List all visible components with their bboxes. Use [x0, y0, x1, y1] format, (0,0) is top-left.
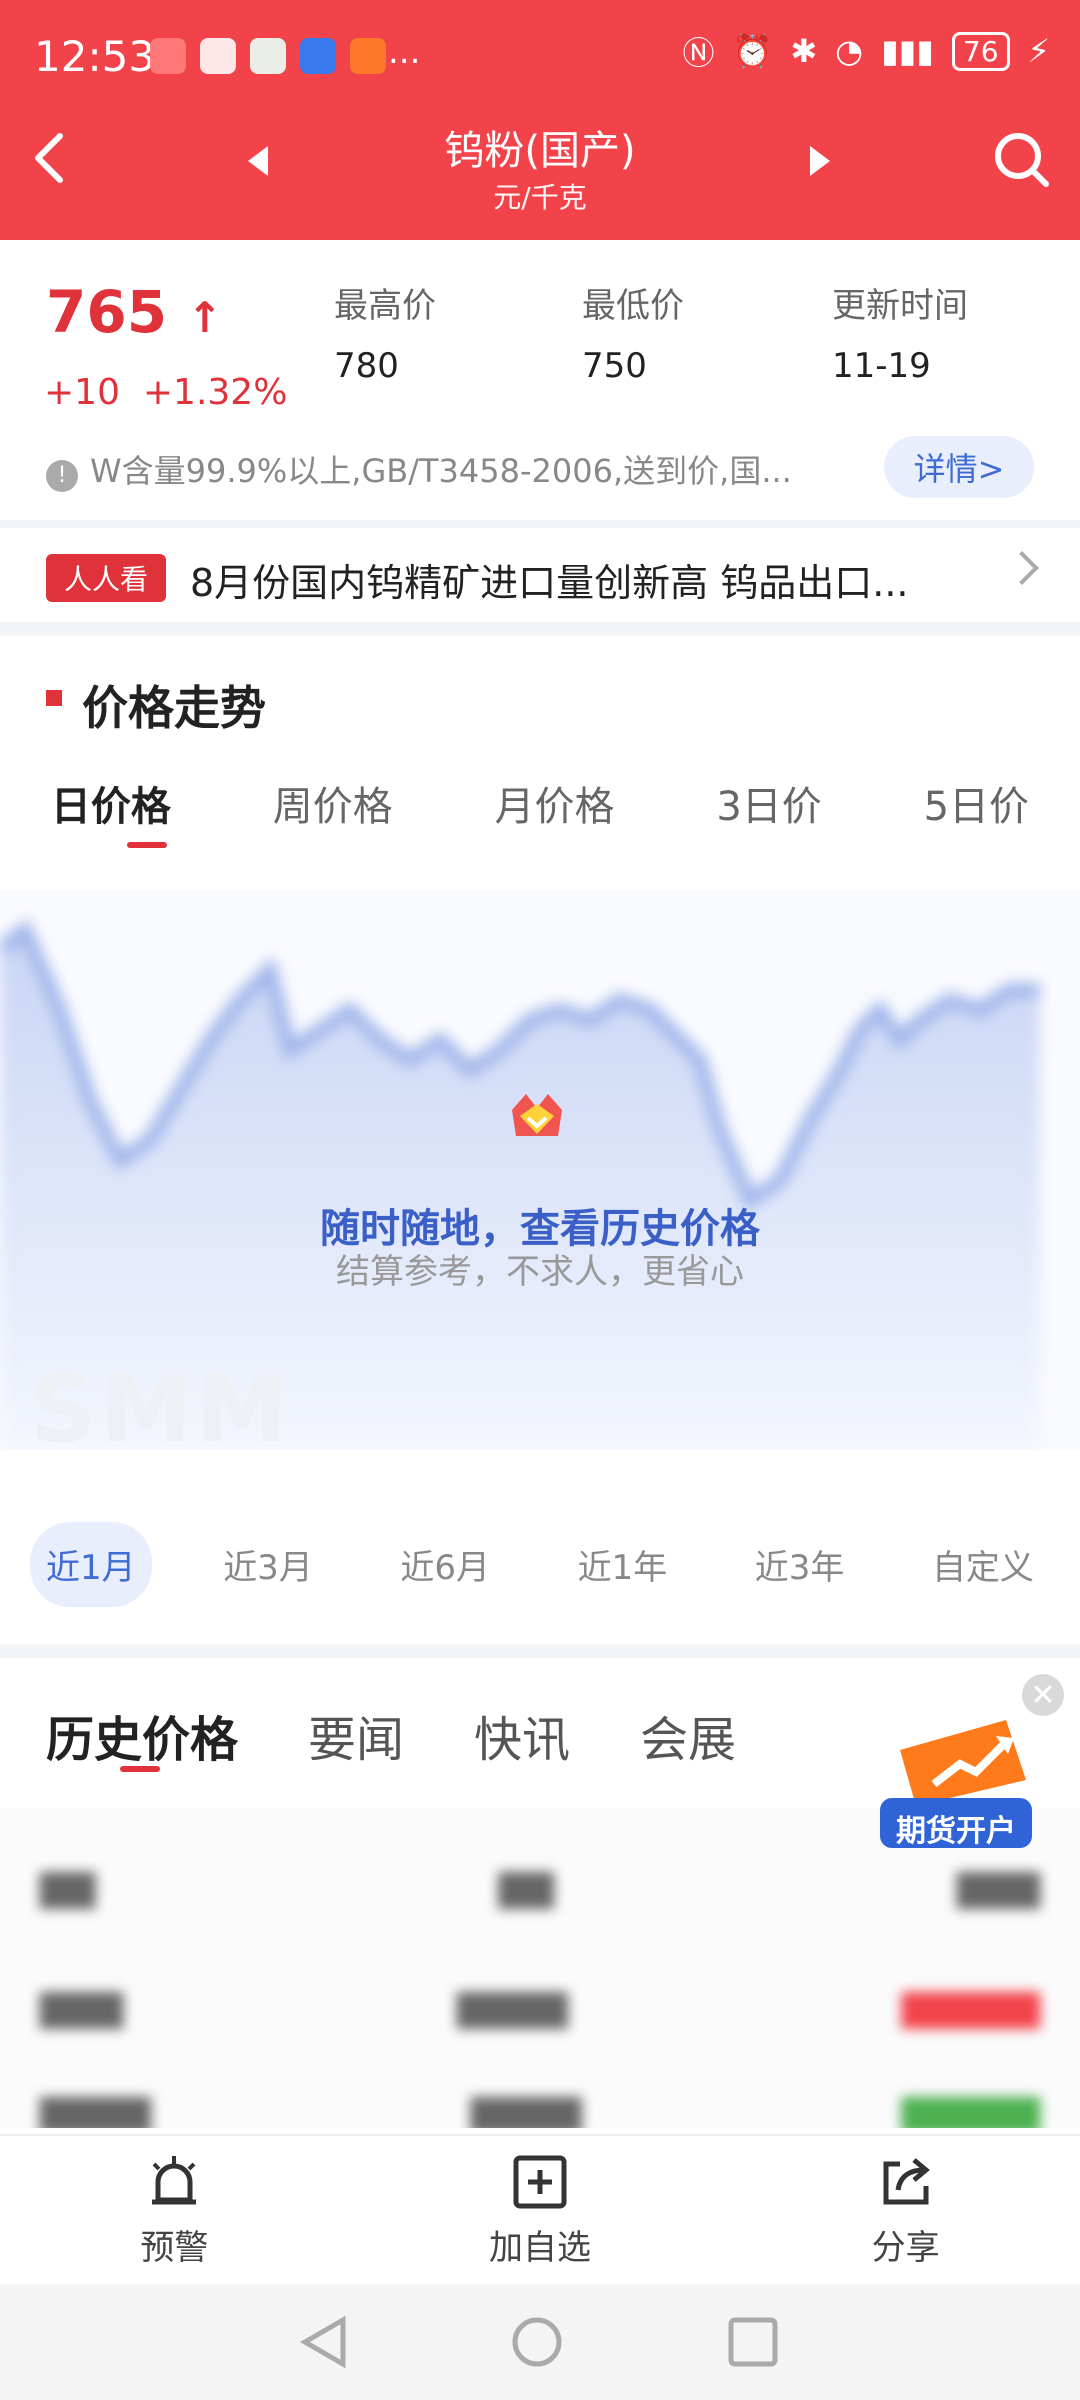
- price-value: 765: [46, 278, 168, 346]
- table-row: ▇▇ ▇▇ ▇▇▇: [40, 1867, 1040, 1909]
- system-nav-bar: [0, 2284, 1080, 2400]
- update-time-value: 11-19: [832, 346, 931, 386]
- alarm-bell-icon: [152, 2155, 197, 2204]
- nav-home-icon[interactable]: [509, 2314, 565, 2370]
- tab-flash[interactable]: 快讯: [474, 1700, 570, 1770]
- high-value: 780: [334, 346, 399, 386]
- low-label: 最低价: [582, 286, 684, 326]
- page-title: 钨粉(国产): [444, 128, 636, 174]
- alert-button[interactable]: 预警: [140, 2154, 208, 2269]
- smm-watermark: SMM: [30, 1356, 292, 1463]
- divider: [0, 1644, 1080, 1658]
- nav-back-icon[interactable]: [299, 2314, 349, 2370]
- divider: [0, 622, 1080, 636]
- top-header: 12:53 ... Ⓝ ⏰ ✱ ◔ ▮▮▮ 76 ⚡ 钨粉(国产) 元/千克: [0, 0, 1080, 240]
- price-change: +10 +1.32%: [44, 372, 287, 413]
- active-content-tab-indicator: [120, 1766, 160, 1772]
- futures-ad-badge[interactable]: 期货开户: [876, 1710, 1036, 1860]
- range-1m[interactable]: 近1月: [30, 1522, 152, 1607]
- share-label: 分享: [871, 2227, 940, 2268]
- product-description: ! W含量99.9%以上,GB/T3458-2006,送到价,国...: [46, 446, 866, 492]
- description-text: W含量99.9%以上,GB/T3458-2006,送到价,国...: [90, 452, 792, 490]
- tab-daily[interactable]: 日价格: [51, 774, 171, 832]
- premium-lock-icon: [506, 1090, 568, 1152]
- page-unit: 元/千克: [493, 181, 587, 214]
- tab-news[interactable]: 要闻: [308, 1700, 404, 1770]
- ad-label: 期货开户: [896, 1814, 1016, 1849]
- tab-monthly[interactable]: 月价格: [495, 774, 615, 832]
- add-label: 加自选: [488, 2227, 591, 2268]
- range-selector: 近1月 近3月 近6月 近1年 近3年 自定义: [0, 1522, 1080, 1607]
- battery-icon: 76: [951, 31, 1010, 71]
- table-row: ▇▇▇▇ ▇▇▇▇ ▇▇▇▇▇: [40, 2092, 1040, 2129]
- app-icon-huawei: [150, 38, 186, 74]
- table-row: ▇▇▇ ▇▇▇▇ ▇▇▇▇▇: [40, 1987, 1040, 2029]
- content-tabs: 历史价格 要闻 快讯 会展: [46, 1700, 736, 1770]
- chart-overlay-subtitle: 结算参考，不求人，更省心: [336, 1252, 744, 1292]
- triangle-right-icon: [810, 146, 830, 176]
- info-icon: !: [46, 460, 78, 492]
- active-tab-indicator: [127, 842, 167, 848]
- notification-app-icons: ...: [150, 32, 420, 74]
- battery-level: 76: [962, 34, 999, 68]
- divider: [0, 520, 1080, 528]
- app-icon-alipay: [300, 38, 336, 74]
- news-headline[interactable]: 8月份国内钨精矿进口量创新高 钨品出口...: [190, 552, 970, 607]
- bluetooth-icon: ✱: [790, 32, 818, 70]
- tab-history-price[interactable]: 历史价格: [46, 1700, 238, 1770]
- tab-weekly[interactable]: 周价格: [273, 774, 393, 832]
- range-3m[interactable]: 近3月: [207, 1522, 329, 1607]
- alert-label: 预警: [140, 2227, 209, 2268]
- charging-icon: ⚡: [1027, 32, 1050, 70]
- update-time-label: 更新时间: [832, 286, 968, 326]
- search-icon: [995, 133, 1049, 187]
- wifi-icon: ◔: [835, 32, 864, 70]
- nav-recent-icon[interactable]: [725, 2314, 781, 2370]
- share-icon: [883, 2157, 930, 2204]
- chevron-right-icon[interactable]: [1005, 551, 1039, 585]
- tab-expo[interactable]: 会展: [640, 1700, 736, 1770]
- low-value: 750: [582, 346, 647, 386]
- current-price: 765 ↑: [46, 278, 222, 346]
- range-1y[interactable]: 近1年: [562, 1522, 684, 1607]
- footer-action-bar: 预警 加自选 分享: [0, 2134, 1080, 2286]
- range-3y[interactable]: 近3年: [739, 1522, 861, 1607]
- tab-5day[interactable]: 5日价: [924, 774, 1029, 832]
- overflow-dots: ...: [388, 32, 421, 72]
- next-item-button[interactable]: [808, 144, 832, 182]
- status-time: 12:53: [34, 32, 156, 81]
- alarm-icon: ⏰: [732, 32, 773, 70]
- app-icon-mail: [350, 38, 386, 74]
- share-button[interactable]: 分享: [872, 2154, 940, 2269]
- news-tag: 人人看: [46, 554, 166, 602]
- app-icon-home: [250, 38, 286, 74]
- status-icons: Ⓝ ⏰ ✱ ◔ ▮▮▮ 76 ⚡: [682, 28, 1050, 74]
- change-pct: +1.32%: [142, 372, 288, 413]
- section-title-trend: 价格走势: [82, 681, 266, 735]
- add-watchlist-button[interactable]: 加自选: [489, 2154, 591, 2269]
- range-6m[interactable]: 近6月: [384, 1522, 506, 1607]
- high-label: 最高价: [334, 286, 436, 326]
- detail-button[interactable]: 详情>: [884, 436, 1034, 498]
- signal-icon: ▮▮▮: [881, 32, 934, 70]
- up-arrow-icon: ↑: [187, 293, 223, 342]
- section-marker: [46, 690, 62, 706]
- plus-square-icon: [513, 2155, 567, 2208]
- search-button[interactable]: [992, 130, 1052, 194]
- price-period-tabs: 日价格 周价格 月价格 3日价 5日价: [0, 774, 1080, 832]
- change-abs: +10: [44, 372, 120, 413]
- range-custom[interactable]: 自定义: [916, 1522, 1050, 1607]
- nfc-icon: Ⓝ: [682, 34, 715, 72]
- app-icon-jd: [200, 38, 236, 74]
- tab-3day[interactable]: 3日价: [716, 774, 821, 832]
